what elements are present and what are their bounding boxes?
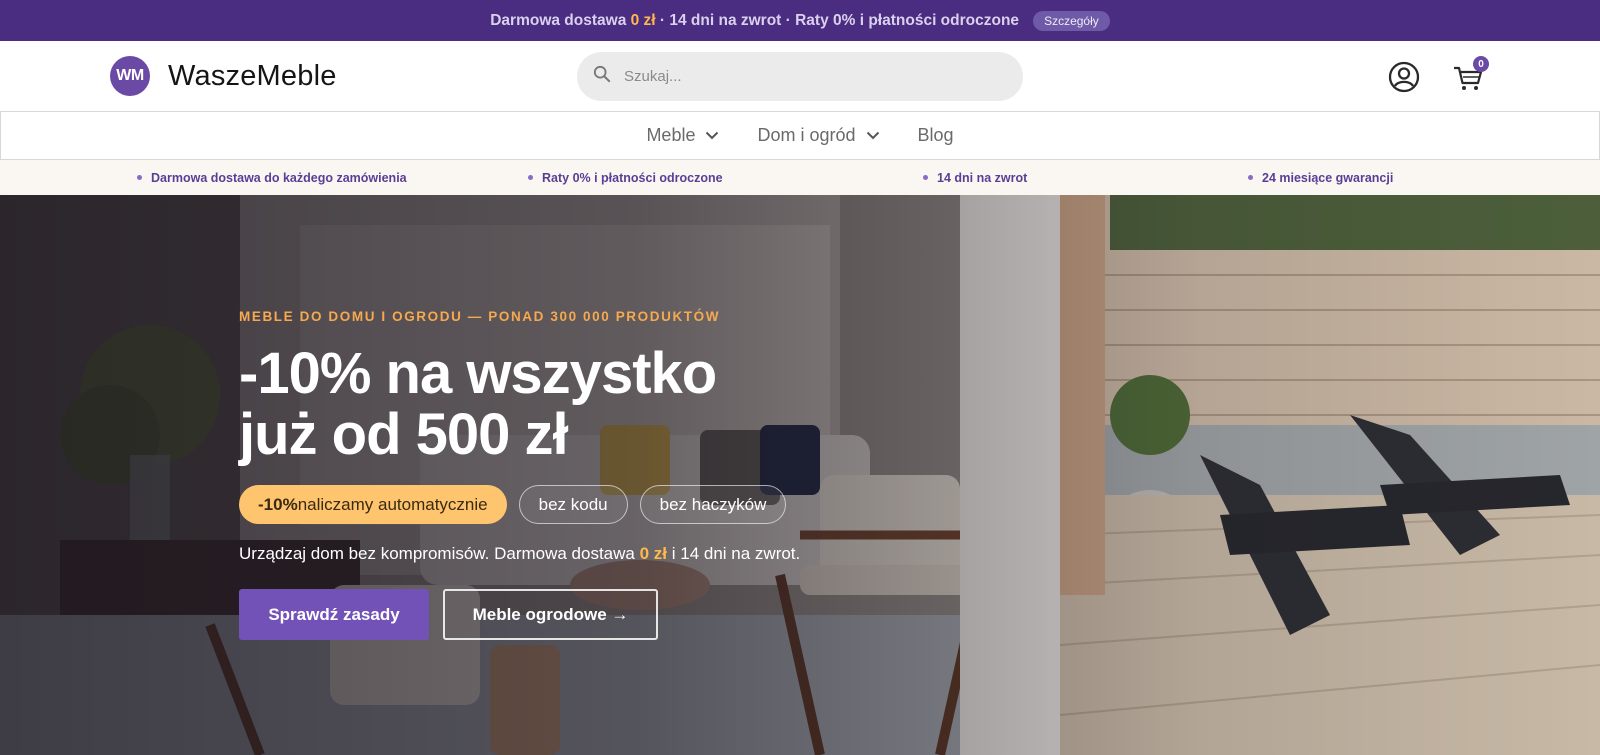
main-nav: Meble Dom i ogród Blog (0, 111, 1600, 160)
garden-furniture-button[interactable]: Meble ogrodowe → (443, 589, 658, 640)
cart-count-badge: 0 (1473, 56, 1489, 72)
nav-item-blog[interactable]: Blog (918, 125, 954, 146)
nav-item-dom-i-ogrod[interactable]: Dom i ogród (757, 125, 879, 146)
hero-headline-line1: -10% na wszystko (239, 341, 717, 406)
hero-content: MEBLE DO DOMU I OGRODU — PONAD 300 000 P… (239, 195, 1039, 755)
user-circle-icon (1388, 61, 1420, 93)
nav-item-label: Meble (646, 125, 696, 145)
hero-eyebrow: MEBLE DO DOMU I OGRODU — PONAD 300 000 P… (239, 309, 721, 324)
search-bar[interactable] (577, 52, 1023, 101)
chevron-down-icon (866, 131, 879, 140)
check-rules-button[interactable]: Sprawdź zasady (239, 589, 429, 640)
promo-highlight: 0 zł (630, 11, 656, 29)
usp-item: Raty 0% i płatności odroczone (528, 160, 723, 195)
bullet-icon (923, 175, 928, 180)
search-input[interactable] (624, 68, 1004, 85)
usp-item: Darmowa dostawa do każdego zamówienia (137, 160, 407, 195)
hero-pills: -10% naliczamy automatycznie bez kodu be… (239, 485, 787, 524)
bullet-icon (528, 175, 533, 180)
nav-item-label: Dom i ogród (757, 125, 856, 145)
hero-subcopy: Urządzaj dom bez kompromisów. Darmowa do… (239, 544, 801, 563)
promo-text: Darmowa dostawa 0 zł · 14 dni na zwrot ·… (490, 11, 1020, 29)
hero-banner: MEBLE DO DOMU I OGRODU — PONAD 300 000 P… (0, 195, 1600, 755)
hero-headline-line2: już od 500 zł (239, 402, 569, 467)
logo-badge: WM (110, 56, 150, 96)
promo-bar: Darmowa dostawa 0 zł · 14 dni na zwrot ·… (0, 0, 1600, 41)
nav-item-label: Blog (917, 125, 954, 145)
hero-headline: -10% na wszystko już od 500 zł (239, 341, 717, 467)
bullet-icon (137, 175, 142, 180)
account-button[interactable] (1388, 61, 1420, 93)
details-button[interactable]: Szczegóły (1033, 10, 1110, 31)
logo[interactable]: WM WaszeMeble (110, 56, 337, 96)
chevron-down-icon (706, 131, 719, 140)
site-header: WM WaszeMeble 0 (0, 41, 1600, 111)
usp-item: 24 miesiące gwarancji (1248, 160, 1393, 195)
usp-item: 14 dni na zwrot (923, 160, 1027, 195)
no-code-pill: bez kodu (518, 485, 628, 524)
nav-item-meble[interactable]: Meble (646, 125, 719, 146)
search-icon (593, 65, 611, 88)
usp-bar: Darmowa dostawa do każdego zamówienia Ra… (0, 160, 1600, 195)
logo-name: WaszeMeble (168, 59, 337, 92)
no-catch-pill: bez haczyków (639, 485, 787, 524)
discount-pill: -10% naliczamy automatycznie (239, 485, 507, 524)
bullet-icon (1248, 175, 1253, 180)
